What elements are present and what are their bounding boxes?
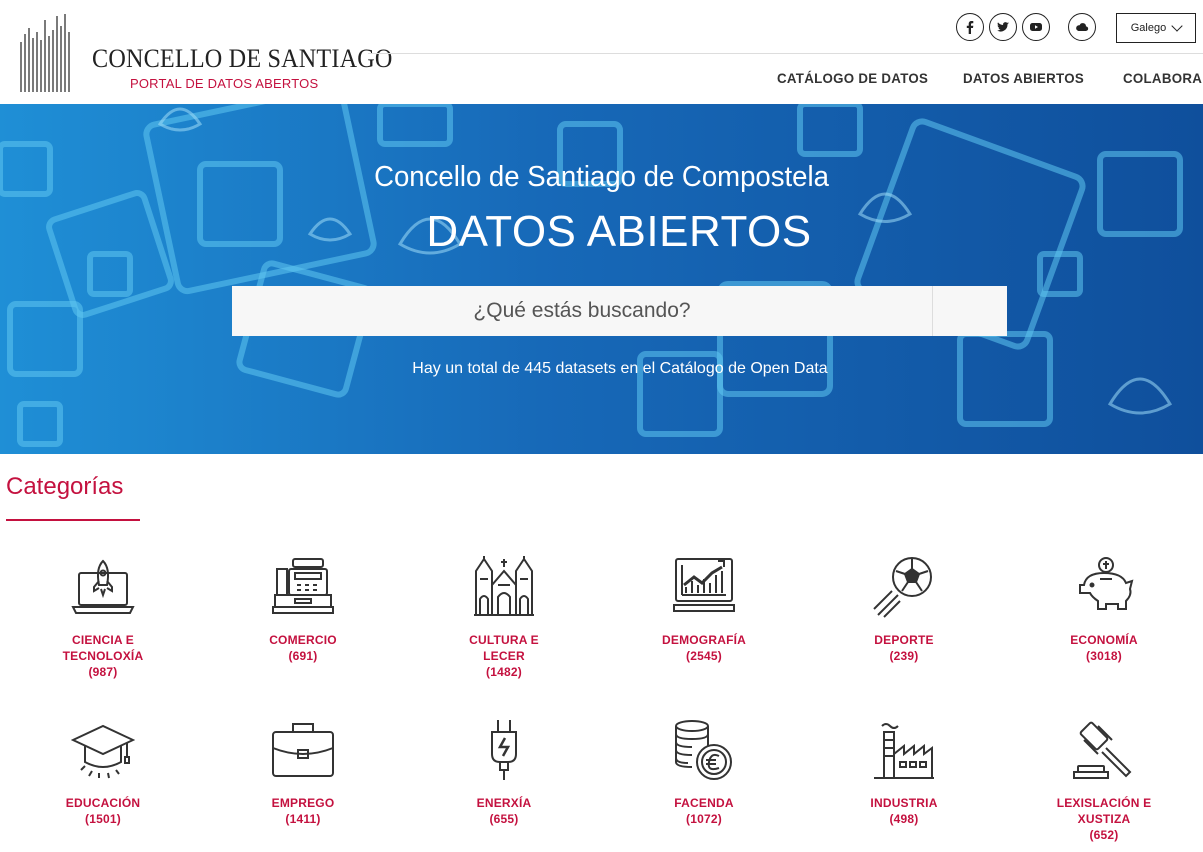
rocket-laptop-icon (71, 559, 135, 614)
category-label: EDUCACIÓN (1501) (65, 796, 141, 826)
category-label: EMPREGO (1411) (271, 796, 335, 826)
category-label: INDUSTRIA (498) (870, 796, 938, 826)
category-label: CULTURA E LECER (1482) (469, 633, 539, 679)
briefcase-icon (272, 723, 334, 777)
hero-banner: Concello de Santiago de Compostela DATOS… (0, 104, 1203, 454)
category-label: CIENCIA E TECNOLOXÍA (987) (62, 633, 144, 679)
hero-subtitle: Concello de Santiago de Compostela (374, 161, 829, 193)
categories-underline (6, 519, 140, 521)
twitter-link[interactable] (989, 13, 1017, 41)
chart-monitor-icon (673, 558, 735, 612)
hero-background-pattern (0, 104, 1183, 447)
category-label: LEXISLACIÓN E XUSTIZA (652) (1056, 796, 1152, 842)
logo-subtitle: PORTAL DE DATOS ABERTOS (130, 76, 319, 91)
nav-catalogo-de-datos[interactable]: CATÁLOGO DE DATOS (777, 70, 928, 86)
category-comercio[interactable]: COMERCIO (691) (228, 555, 378, 664)
cash-register-icon (272, 558, 334, 614)
coins-euro-icon (675, 720, 732, 780)
category-deporte[interactable]: DEPORTE (239) (829, 555, 979, 664)
categories-heading: Categorías (6, 473, 124, 500)
soccer-ball-icon (873, 557, 932, 618)
cloud-link[interactable] (1068, 13, 1096, 41)
category-facenda[interactable]: FACENDA (1072) (629, 718, 779, 827)
piggy-bank-icon (1079, 557, 1134, 610)
category-industria[interactable]: INDUSTRIA (498) (829, 718, 979, 827)
twitter-icon (997, 22, 1009, 32)
language-select[interactable]: Galego (1116, 13, 1196, 43)
header-divider (368, 53, 1203, 54)
category-label: ENERXÍA (655) (476, 796, 532, 826)
hero-title: DATOS ABIERTOS (426, 207, 812, 256)
youtube-link[interactable] (1022, 13, 1050, 41)
facebook-link[interactable] (956, 13, 984, 41)
search-input[interactable] (232, 286, 932, 336)
nav-colabora[interactable]: COLABORA (1123, 70, 1202, 86)
category-enerxia[interactable]: ENERXÍA (655) (429, 718, 579, 827)
category-label: COMERCIO (691) (269, 633, 337, 663)
category-label: FACENDA (1072) (674, 796, 734, 826)
facebook-icon (966, 21, 974, 34)
nav-datos-abiertos[interactable]: DATOS ABIERTOS (963, 70, 1084, 86)
category-label: DEPORTE (239) (874, 633, 934, 663)
gavel-icon (1073, 721, 1132, 779)
graduation-cap-icon (71, 724, 135, 779)
category-cultura-e-lecer[interactable]: CULTURA E LECER (1482) (429, 555, 579, 680)
category-ciencia-e-tecnoloxia[interactable]: CIENCIA E TECNOLOXÍA (987) (28, 555, 178, 680)
factory-icon (874, 723, 934, 779)
category-label: DEMOGRAFÍA (2545) (662, 633, 746, 663)
category-demografia[interactable]: DEMOGRAFÍA (2545) (629, 555, 779, 664)
category-economia[interactable]: ECONOMÍA (3018) (1029, 555, 1179, 664)
site-logo[interactable]: CONCELLO DE SANTIAGO PORTAL DE DATOS ABE… (18, 12, 392, 94)
category-lexislacion-e-xustiza[interactable]: LEXISLACIÓN E XUSTIZA (652) (1029, 718, 1179, 843)
category-emprego[interactable]: EMPREGO (1411) (228, 718, 378, 827)
site-header: CONCELLO DE SANTIAGO PORTAL DE DATOS ABE… (0, 0, 1203, 104)
plug-icon (491, 720, 517, 780)
language-label: Galego (1130, 22, 1167, 34)
logo-title: CONCELLO DE SANTIAGO (92, 44, 393, 73)
search-bar (232, 286, 1007, 336)
category-label: ECONOMÍA (3018) (1070, 633, 1138, 663)
cloud-icon (1076, 23, 1089, 32)
cathedral-logo-icon (20, 14, 70, 92)
cathedral-icon (474, 556, 534, 616)
search-button[interactable] (932, 286, 1007, 336)
chevron-down-icon (1171, 19, 1183, 32)
dataset-count-note: Hay un total de 445 datasets en el Catál… (412, 360, 828, 377)
category-educacion[interactable]: EDUCACIÓN (1501) (28, 718, 178, 827)
youtube-icon (1030, 23, 1042, 31)
